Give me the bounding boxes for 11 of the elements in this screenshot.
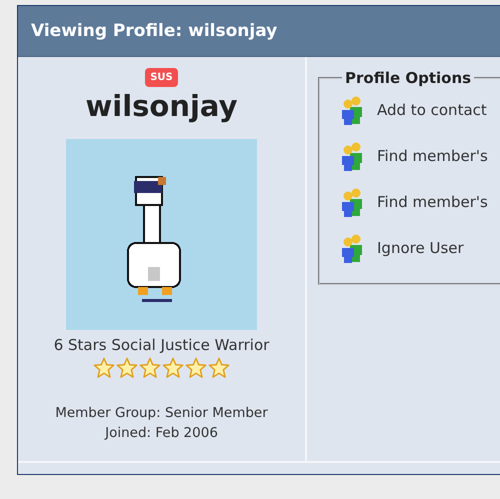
joined-date: Joined: Feb 2006: [105, 424, 218, 443]
option-link[interactable]: Find member's: [340, 179, 500, 225]
username: wilsonjay: [85, 88, 238, 124]
option-link[interactable]: Ignore User: [340, 225, 500, 271]
status-badge: SUS: [145, 68, 178, 87]
panel-title: Profile Options: [344, 69, 472, 87]
option-link[interactable]: Find member's: [340, 133, 500, 179]
member-group: Member Group: Senior Member: [55, 403, 268, 423]
rank-title: 6 Stars Social Justice Warrior: [54, 336, 270, 354]
window-title: Viewing Profile: wilsonjay: [31, 21, 278, 41]
option-link[interactable]: Add to contact: [340, 87, 500, 133]
